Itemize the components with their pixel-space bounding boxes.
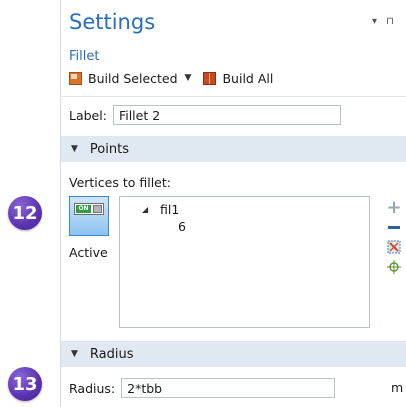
radius-input[interactable]: 2*tbb	[121, 378, 336, 398]
label-input[interactable]: Fillet 2	[112, 105, 341, 125]
clear-selection-icon[interactable]	[386, 239, 402, 255]
chevron-down-icon[interactable]: ▼	[185, 73, 192, 83]
collapse-triangle-icon: ▼	[71, 349, 78, 359]
toggle-on-text: ON	[76, 205, 91, 213]
settings-panel: Settings ▾ ⊓ Fillet Build Selected ▼ Bui…	[60, 0, 406, 407]
build-all-label: Build All	[222, 70, 274, 86]
radius-section-title: Radius	[89, 346, 134, 362]
vertices-selection-list[interactable]: ◢ fil1 6	[119, 196, 370, 328]
zoom-to-selection-icon[interactable]	[386, 259, 402, 275]
radius-label: Radius:	[69, 380, 116, 396]
toggle-switch-icon: ON	[74, 203, 104, 215]
toolbar: Build Selected ▼ Build All	[69, 69, 273, 87]
radius-section-header[interactable]: ▼ Radius	[61, 341, 406, 367]
step-13-badge: 13	[8, 367, 42, 401]
points-section-title: Points	[89, 141, 129, 157]
divider	[61, 96, 406, 97]
active-toggle-button[interactable]: ON	[69, 196, 109, 236]
tree-item-vertex[interactable]: 6	[178, 219, 186, 234]
build-selected-button[interactable]: Build Selected	[69, 71, 178, 86]
build-selected-icon	[69, 71, 82, 85]
build-all-icon	[203, 71, 217, 85]
window-controls[interactable]: ▾ ⊓	[372, 16, 397, 27]
radius-row: Radius: 2*tbb	[69, 378, 336, 398]
active-label: Active	[69, 245, 108, 260]
minus-icon[interactable]	[386, 219, 402, 235]
panel-subtitle: Fillet	[69, 49, 100, 64]
panel-title: Settings	[69, 10, 156, 34]
collapse-triangle-icon: ▼	[71, 144, 78, 154]
points-section-header[interactable]: ▼ Points	[61, 136, 406, 162]
vertices-label: Vertices to fillet:	[69, 175, 171, 190]
build-all-button[interactable]: Build All	[203, 71, 273, 86]
label-row: Label: Fillet 2	[69, 105, 341, 125]
radius-unit: m	[391, 380, 404, 395]
build-selected-label: Build Selected	[88, 70, 178, 86]
tree-node-fil1[interactable]: fil1	[160, 202, 179, 217]
tree-expand-icon[interactable]: ◢	[142, 205, 148, 214]
step-12-badge: 12	[8, 196, 42, 230]
label-field-label: Label:	[69, 107, 107, 123]
plus-icon[interactable]: +	[386, 197, 402, 218]
toggle-knob	[93, 205, 102, 213]
